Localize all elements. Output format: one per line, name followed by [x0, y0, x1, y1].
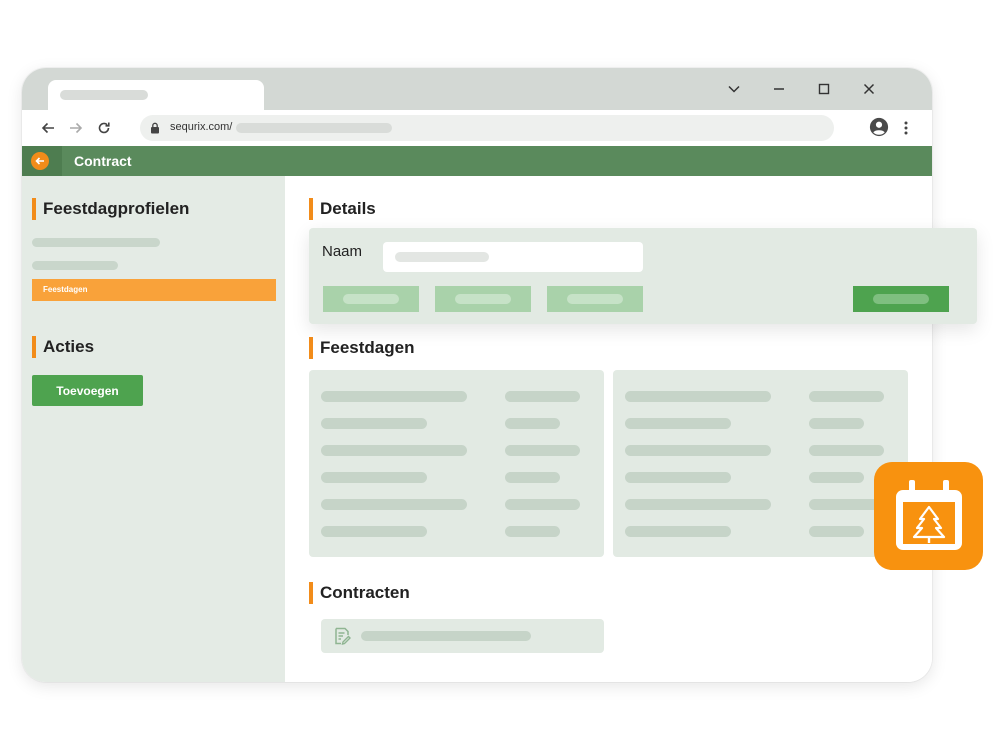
url-path-placeholder — [236, 123, 392, 133]
table-cell — [809, 445, 884, 456]
contract-name-placeholder — [361, 631, 531, 641]
table-row[interactable] — [321, 445, 467, 456]
reload-icon[interactable] — [94, 118, 114, 138]
table-row[interactable] — [625, 499, 771, 510]
actions-section-title: Acties — [32, 336, 94, 358]
browser-titlebar — [22, 68, 932, 110]
holiday-table-left — [309, 370, 604, 557]
minimize-icon[interactable] — [769, 79, 789, 99]
save-button[interactable] — [853, 286, 949, 312]
tab-title-placeholder — [60, 90, 148, 100]
back-button[interactable] — [22, 146, 62, 176]
table-cell — [505, 526, 560, 537]
close-icon[interactable] — [859, 79, 879, 99]
chevron-down-icon[interactable] — [724, 79, 744, 99]
profiles-section-title: Feestdagprofielen — [32, 198, 189, 220]
sidebar-item-placeholder[interactable] — [32, 238, 160, 247]
table-row[interactable] — [625, 526, 731, 537]
account-icon[interactable] — [869, 117, 889, 137]
table-cell — [505, 418, 560, 429]
calendar-tree-icon — [874, 462, 983, 570]
sidebar: Feestdagprofielen Feestdagen Acties Toev… — [22, 176, 285, 682]
holidays-section-title: Feestdagen — [309, 337, 414, 359]
table-row[interactable] — [625, 418, 731, 429]
holiday-table-right — [613, 370, 908, 557]
button-label-placeholder — [873, 294, 929, 304]
table-cell — [809, 526, 864, 537]
table-cell — [809, 391, 884, 402]
details-card: Naam — [309, 228, 977, 324]
details-option-button[interactable] — [547, 286, 643, 312]
table-row[interactable] — [625, 391, 771, 402]
back-arrow-icon — [31, 152, 49, 170]
sidebar-item-label: Feestdagen — [43, 285, 88, 294]
url-text: sequrix.com/ — [170, 121, 233, 133]
contracts-section-title: Contracten — [309, 582, 410, 604]
button-label-placeholder — [455, 294, 511, 304]
name-input-placeholder — [395, 252, 489, 262]
lock-icon — [151, 122, 159, 134]
back-arrow-icon[interactable] — [38, 118, 58, 138]
button-label-placeholder — [343, 294, 399, 304]
table-cell — [809, 499, 884, 510]
table-row[interactable] — [321, 391, 467, 402]
page-title: Contract — [74, 153, 132, 169]
table-row[interactable] — [321, 526, 427, 537]
contract-list-item[interactable] — [321, 619, 604, 653]
table-cell — [505, 472, 560, 483]
forward-arrow-icon[interactable] — [66, 118, 86, 138]
table-cell — [505, 391, 580, 402]
details-option-button[interactable] — [435, 286, 531, 312]
table-row[interactable] — [625, 445, 771, 456]
details-option-button[interactable] — [323, 286, 419, 312]
sidebar-item-feestdagen[interactable]: Feestdagen — [32, 279, 276, 301]
name-label: Naam — [322, 243, 363, 260]
details-section-title: Details — [309, 198, 376, 220]
document-edit-icon — [335, 627, 351, 645]
name-input[interactable] — [383, 242, 643, 272]
more-vertical-icon[interactable] — [896, 118, 916, 138]
address-bar: sequrix.com/ — [22, 110, 932, 146]
table-cell — [505, 499, 580, 510]
url-field[interactable]: sequrix.com/ — [140, 115, 834, 141]
table-row[interactable] — [321, 418, 427, 429]
sidebar-item-placeholder[interactable] — [32, 261, 118, 270]
browser-window: sequrix.com/ Contract Feestdagprofielen — [22, 68, 932, 682]
table-cell — [809, 418, 864, 429]
maximize-icon[interactable] — [814, 79, 834, 99]
table-row[interactable] — [321, 472, 427, 483]
table-cell — [809, 472, 864, 483]
table-row[interactable] — [625, 472, 731, 483]
table-row[interactable] — [321, 499, 467, 510]
add-button[interactable]: Toevoegen — [32, 375, 143, 406]
browser-tab[interactable] — [48, 80, 264, 110]
table-cell — [505, 445, 580, 456]
button-label-placeholder — [567, 294, 623, 304]
app-header: Contract — [22, 146, 932, 176]
